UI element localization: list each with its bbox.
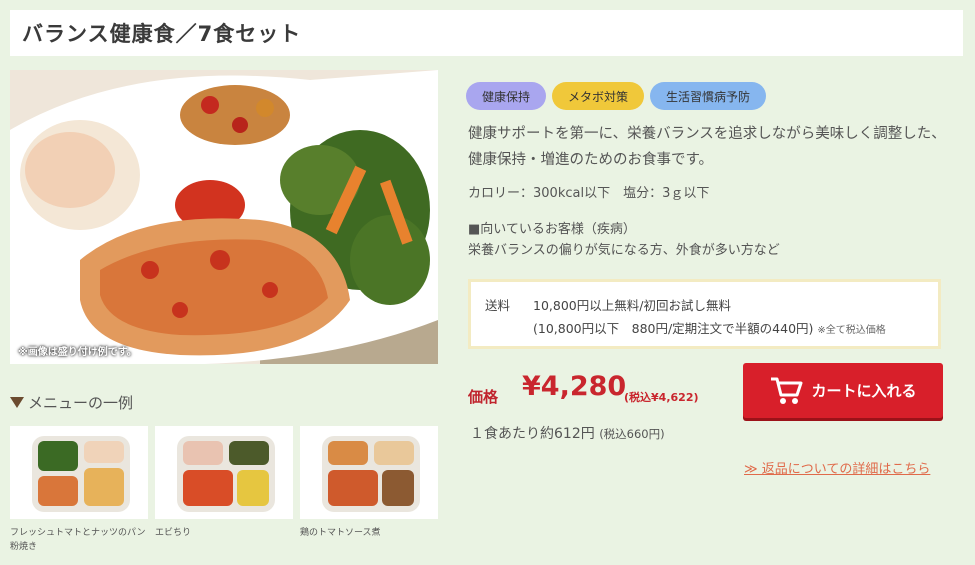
menu-heading-text: メニューの一例	[28, 394, 134, 412]
return-policy-link[interactable]: ≫ 返品についての詳細はこちら	[744, 458, 930, 477]
menu-thumbnail-3[interactable]	[300, 426, 438, 519]
shipping-line-2: (10,800円以下 880円/定期注文で半額の440円) ※全て税込価格	[533, 318, 886, 337]
add-to-cart-button[interactable]: カートに入れる	[743, 363, 943, 418]
menu-thumbnail-2[interactable]	[155, 426, 293, 519]
triangle-down-icon	[10, 397, 24, 408]
cart-icon	[771, 377, 803, 404]
target-text: 栄養バランスの偏りが気になる方、外食が多い方など	[468, 243, 780, 258]
shipping-line-2-text: (10,800円以下 880円/定期注文で半額の440円)	[533, 321, 814, 336]
shipping-line-1: 10,800円以上無料/初回お試し無料	[533, 298, 731, 313]
hero-image-note: ※画像は盛り付け例です。	[18, 347, 137, 358]
price-label: 価格	[468, 388, 499, 406]
per-meal-text: １食あたり約612円	[470, 426, 595, 442]
shipping-note: ※全て税込価格	[817, 325, 886, 336]
tag-metabo: メタボ対策	[552, 82, 645, 110]
product-description: 健康サポートを第一に、栄養バランスを追求しながら美味しく調整した、健康保持・増進…	[468, 126, 946, 168]
per-meal-tax: (税込660円)	[599, 427, 665, 441]
target-heading: ■向いているお客様（疾病）	[468, 222, 636, 237]
price-tax: (税込¥4,622)	[624, 391, 699, 404]
tag-list: 健康保持 メタボ対策 生活習慣病予防	[466, 82, 767, 110]
target-customers: ■向いているお客様（疾病） 栄養バランスの偏りが気になる方、外食が多い方など	[468, 219, 780, 261]
menu-thumbnail-1[interactable]	[10, 426, 148, 519]
menu-caption-2: エビちり	[155, 528, 192, 538]
nutrition-info: カロリー：300kcal以下 塩分：3ｇ以下	[468, 186, 710, 201]
shipping-label: 送料	[485, 298, 511, 313]
product-hero-image: ※画像は盛り付け例です。	[10, 70, 438, 364]
price-value: ¥4,280	[522, 371, 627, 402]
per-meal-price: １食あたり約612円 (税込660円)	[470, 423, 665, 443]
menu-heading: メニューの一例	[10, 392, 133, 413]
add-to-cart-label: カートに入れる	[811, 382, 917, 400]
shipping-box: 送料 10,800円以上無料/初回お試し無料 (10,800円以下 880円/定…	[468, 279, 941, 349]
page-title: バランス健康食／7食セット	[10, 10, 963, 56]
menu-caption-3: 鶏のトマトソース煮	[300, 528, 381, 538]
tag-lifestyle: 生活習慣病予防	[650, 82, 767, 110]
tag-health: 健康保持	[466, 82, 547, 110]
menu-caption-1: フレッシュトマトとナッツのパン粉焼き	[10, 528, 146, 552]
